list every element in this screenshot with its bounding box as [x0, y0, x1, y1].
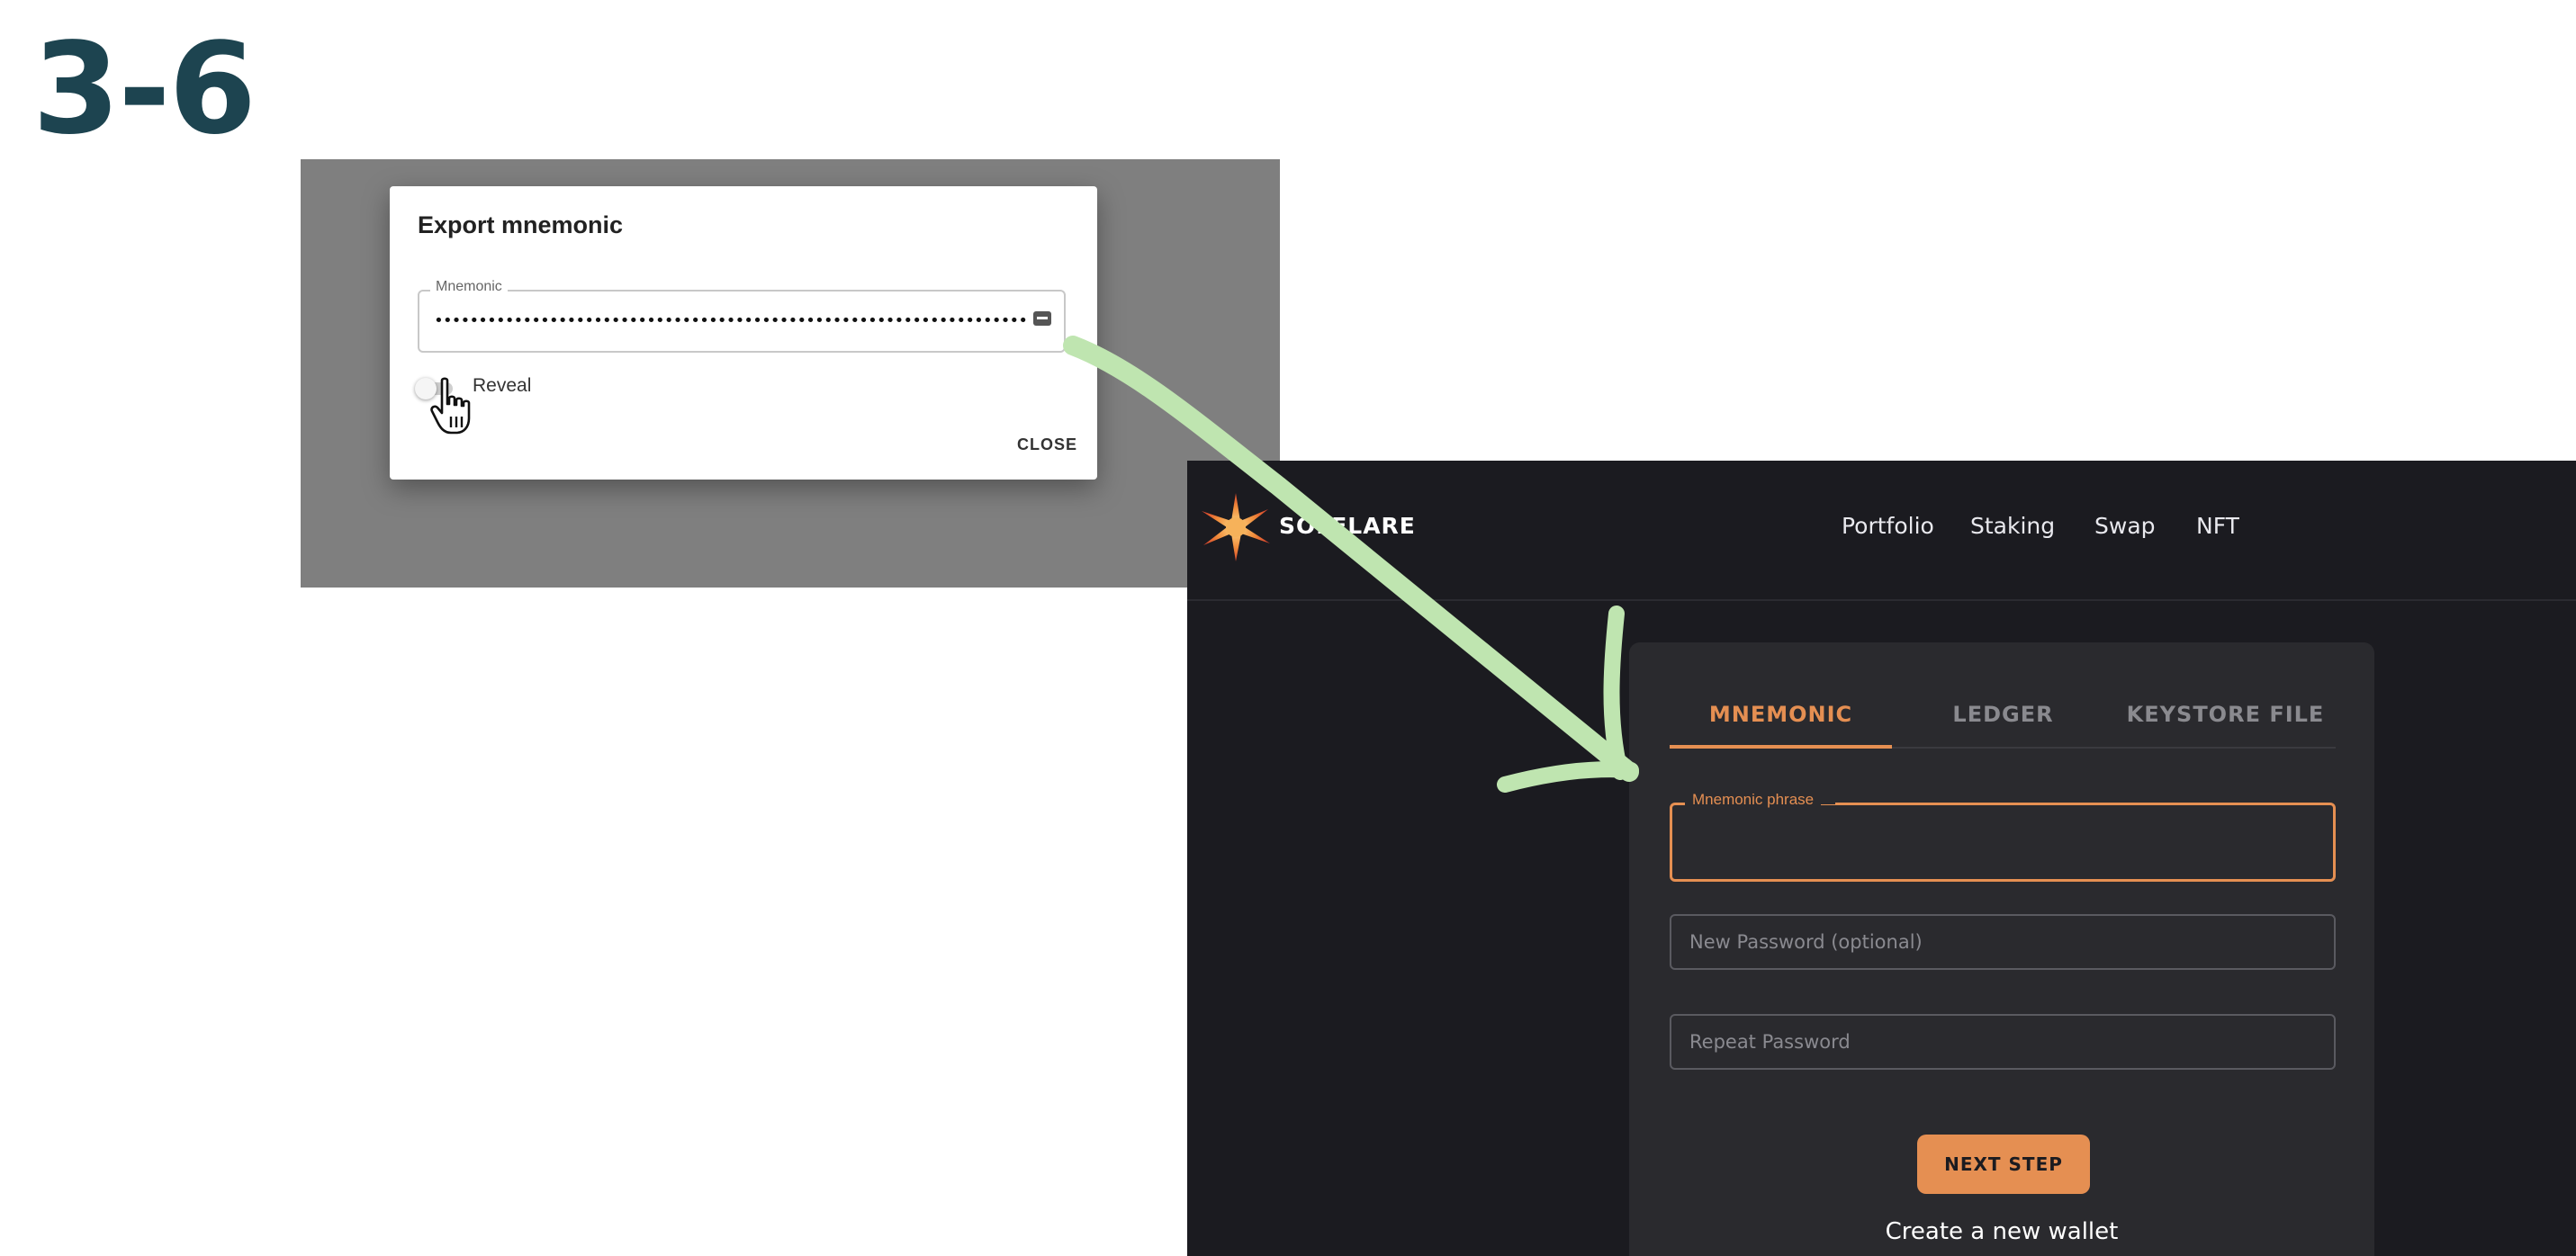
tab-ledger[interactable]: LEDGER	[1892, 702, 2114, 727]
close-button[interactable]: CLOSE	[1017, 435, 1077, 454]
next-step-button[interactable]: NEXT STEP	[1917, 1135, 2090, 1194]
hand-pointer-icon	[430, 377, 471, 435]
tab-keystore-file[interactable]: KEYSTORE FILE	[2114, 702, 2337, 727]
repeat-password-input[interactable]: Repeat Password	[1670, 1014, 2336, 1070]
mnemonic-value: ••••••••••••••••••••••••••••••••••••••••…	[434, 311, 1028, 329]
tutorial-canvas: 3-6 Export mnemonic Mnemonic •••••••••••…	[0, 0, 2576, 1256]
app-header: SOLFLARE Portfolio Staking Swap NFT	[1187, 461, 2576, 601]
mnemonic-phrase-input[interactable]: Mnemonic phrase	[1670, 791, 2336, 882]
mnemonic-phrase-label: Mnemonic phrase	[1685, 791, 1836, 809]
step-label: 3-6	[32, 16, 257, 163]
nav-portfolio[interactable]: Portfolio	[1842, 513, 1934, 539]
brand-name: SOLFLARE	[1279, 513, 1416, 539]
export-mnemonic-dialog: Export mnemonic Mnemonic •••••••••••••••…	[390, 186, 1097, 480]
mnemonic-field[interactable]: Mnemonic •••••••••••••••••••••••••••••••…	[418, 279, 1066, 353]
mnemonic-field-label: Mnemonic	[430, 279, 508, 295]
new-password-placeholder: New Password (optional)	[1689, 931, 1923, 953]
tab-mnemonic[interactable]: MNEMONIC	[1670, 702, 1892, 727]
nav-nft[interactable]: NFT	[2196, 513, 2239, 539]
nav-staking[interactable]: Staking	[1970, 513, 2055, 539]
new-password-input[interactable]: New Password (optional)	[1670, 914, 2336, 970]
dialog-title: Export mnemonic	[418, 211, 624, 238]
active-tab-underline	[1670, 745, 1892, 749]
password-key-icon	[1033, 311, 1051, 326]
nav-swap[interactable]: Swap	[2094, 513, 2156, 539]
import-wallet-card: MNEMONIC LEDGER KEYSTORE FILE Mnemonic p…	[1629, 642, 2374, 1256]
repeat-password-placeholder: Repeat Password	[1689, 1031, 1851, 1053]
create-wallet-link[interactable]: Create a new wallet	[1629, 1218, 2374, 1245]
export-dialog-screenshot: Export mnemonic Mnemonic •••••••••••••••…	[301, 159, 1280, 588]
solflare-logo-icon	[1202, 493, 1270, 561]
solflare-app-screenshot: SOLFLARE Portfolio Staking Swap NFT MNEM…	[1187, 461, 2576, 1256]
